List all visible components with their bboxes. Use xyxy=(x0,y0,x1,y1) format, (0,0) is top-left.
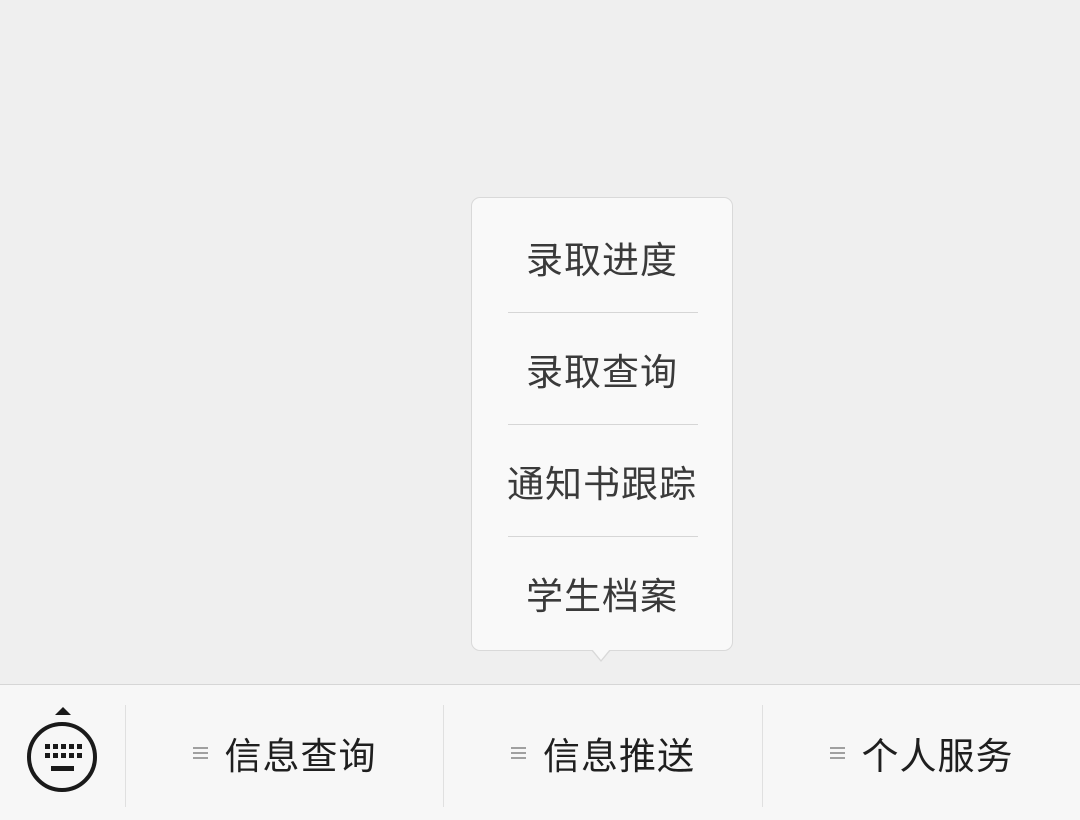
menu-tab-info-push[interactable]: 信息推送 xyxy=(444,685,762,820)
submenu-item-label: 通知书跟踪 xyxy=(507,463,697,506)
keyboard-icon xyxy=(27,722,97,792)
caret-up-icon xyxy=(55,707,71,715)
menu-tab-label: 信息推送 xyxy=(543,734,695,778)
submenu-item-label: 录取进度 xyxy=(526,239,678,282)
menu-tab-personal-service[interactable]: 个人服务 xyxy=(763,685,1080,820)
menu-lines-icon xyxy=(829,745,845,761)
popup-pointer-fill xyxy=(592,649,610,660)
submenu-item-notice-tracking[interactable]: 通知书跟踪 xyxy=(472,425,732,537)
menu-lines-icon xyxy=(511,745,526,761)
submenu-item-student-file[interactable]: 学生档案 xyxy=(472,537,732,649)
bottom-menu-bar: 信息查询 信息推送 个人服务 xyxy=(0,684,1080,820)
submenu-item-label: 录取查询 xyxy=(526,351,678,394)
submenu-item-label: 学生档案 xyxy=(526,575,678,618)
submenu-item-admission-query[interactable]: 录取查询 xyxy=(472,313,732,425)
submenu-popup: 录取进度 录取查询 通知书跟踪 学生档案 xyxy=(471,197,733,651)
keyboard-toggle-button[interactable] xyxy=(0,685,125,820)
menu-tab-label: 信息查询 xyxy=(224,734,377,778)
submenu-item-admission-progress[interactable]: 录取进度 xyxy=(472,201,732,313)
menu-tab-info-query[interactable]: 信息查询 xyxy=(126,685,443,820)
menu-lines-icon xyxy=(192,745,208,761)
menu-tab-label: 个人服务 xyxy=(861,734,1014,778)
